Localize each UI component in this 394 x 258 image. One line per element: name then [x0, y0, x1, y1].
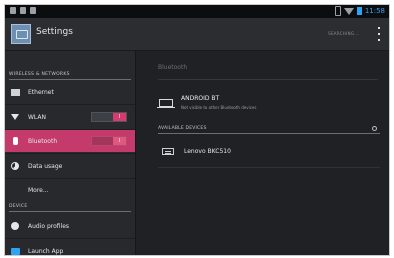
settings-sidebar: WIRELESS & NETWORKS Ethernet WLAN I Blue… [5, 51, 136, 255]
notification-icon [20, 7, 26, 14]
divider [158, 79, 378, 80]
search-devices-button[interactable]: SEARCHING... [328, 31, 359, 36]
data-usage-icon [11, 162, 19, 170]
bluetooth-icon [12, 137, 18, 145]
sidebar-item-label: Launch App [28, 247, 64, 255]
status-time: 11:58 [364, 7, 385, 15]
sidebar-item-label: More... [28, 186, 49, 194]
android-screen: 11:58 Settings SEARCHING... WIRELESS & N… [4, 4, 390, 256]
sidebar-item-label: Ethernet [28, 88, 54, 96]
divider [158, 167, 380, 168]
divider [158, 133, 380, 134]
sidebar-item-launch-app[interactable]: Launch App [5, 240, 135, 255]
sidebar-item-label: Bluetooth [28, 137, 58, 145]
bluetooth-toggle[interactable]: I [91, 136, 127, 146]
divider [5, 153, 135, 154]
keyboard-icon [162, 148, 174, 155]
divider [5, 104, 135, 105]
sidebar-item-audio-profiles[interactable]: Audio profiles [5, 215, 135, 237]
battery-icon [356, 7, 362, 15]
overflow-menu-icon[interactable] [375, 25, 383, 43]
ethernet-icon [10, 88, 20, 96]
notification-icons [10, 7, 36, 14]
sidebar-item-label: Audio profiles [28, 222, 70, 230]
action-bar: Settings SEARCHING... [5, 18, 389, 51]
wlan-toggle[interactable]: I [91, 112, 127, 122]
toggle-knob: I [113, 113, 126, 121]
app-title: Settings [36, 27, 73, 37]
status-bar: 11:58 [5, 5, 389, 18]
sidebar-item-label: WLAN [28, 113, 47, 121]
available-device-item[interactable]: Lenovo BKC510 [184, 148, 231, 155]
bluetooth-detail-pane: Bluetooth ANDROID BT Not visible to othe… [136, 51, 389, 255]
divider [5, 238, 135, 239]
available-devices-header: AVAILABLE DEVICES [158, 126, 207, 131]
notification-icon [30, 7, 36, 14]
divider [9, 211, 131, 212]
toggle-knob: I [113, 137, 126, 145]
audio-profiles-icon [11, 222, 19, 230]
wifi-icon [11, 114, 19, 120]
this-device-name[interactable]: ANDROID BT [181, 95, 219, 102]
visibility-status[interactable]: Not visible to other Bluetooth devices [181, 105, 256, 110]
wifi-icon [343, 7, 354, 15]
divider [9, 79, 131, 80]
sidebar-item-bluetooth[interactable]: Bluetooth I [5, 130, 135, 152]
sidebar-item-more[interactable]: More... [5, 179, 135, 201]
settings-app-icon[interactable] [11, 24, 31, 44]
notification-icon [10, 7, 16, 14]
section-header-device: DEVICE [9, 204, 28, 209]
pane-title: Bluetooth [158, 64, 188, 71]
refresh-icon[interactable] [372, 126, 377, 131]
laptop-icon [157, 99, 175, 108]
launch-app-icon [10, 247, 20, 255]
bluetooth-icon [334, 6, 341, 16]
sidebar-item-data-usage[interactable]: Data usage [5, 155, 135, 177]
sidebar-item-label: Data usage [28, 162, 63, 170]
sidebar-item-wlan[interactable]: WLAN I [5, 106, 135, 128]
sidebar-item-ethernet[interactable]: Ethernet [5, 81, 135, 103]
section-header-wireless: WIRELESS & NETWORKS [9, 72, 70, 77]
